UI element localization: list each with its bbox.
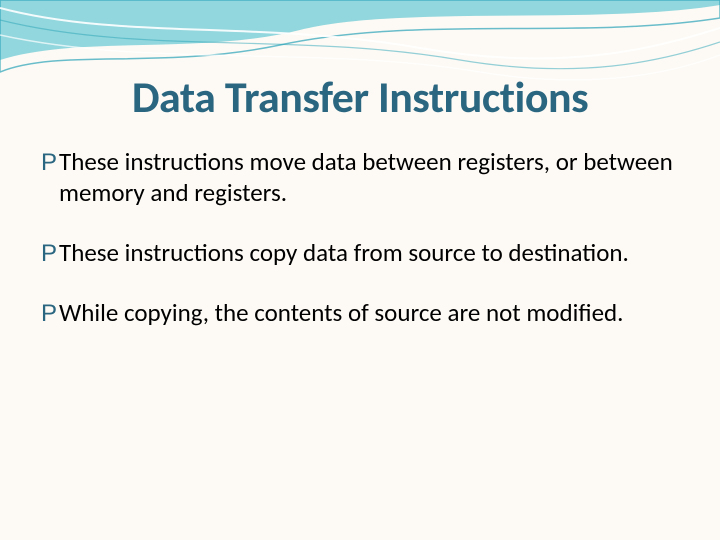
bullet-icon: P [41, 148, 57, 178]
bullet-text: These instructions move data between reg… [59, 146, 685, 209]
bullet-list: P These instructions move data between r… [35, 146, 685, 329]
list-item: P While copying, the contents of source … [41, 297, 685, 329]
slide-content: Data Transfer Instructions P These instr… [35, 70, 685, 357]
bullet-icon: P [41, 299, 57, 329]
slide-title: Data Transfer Instructions [35, 70, 685, 124]
bullet-icon: P [41, 239, 57, 269]
bullet-text: While copying, the contents of source ar… [59, 297, 685, 328]
list-item: P These instructions move data between r… [41, 146, 685, 209]
bullet-text: These instructions copy data from source… [59, 237, 685, 268]
list-item: P These instructions copy data from sour… [41, 237, 685, 269]
